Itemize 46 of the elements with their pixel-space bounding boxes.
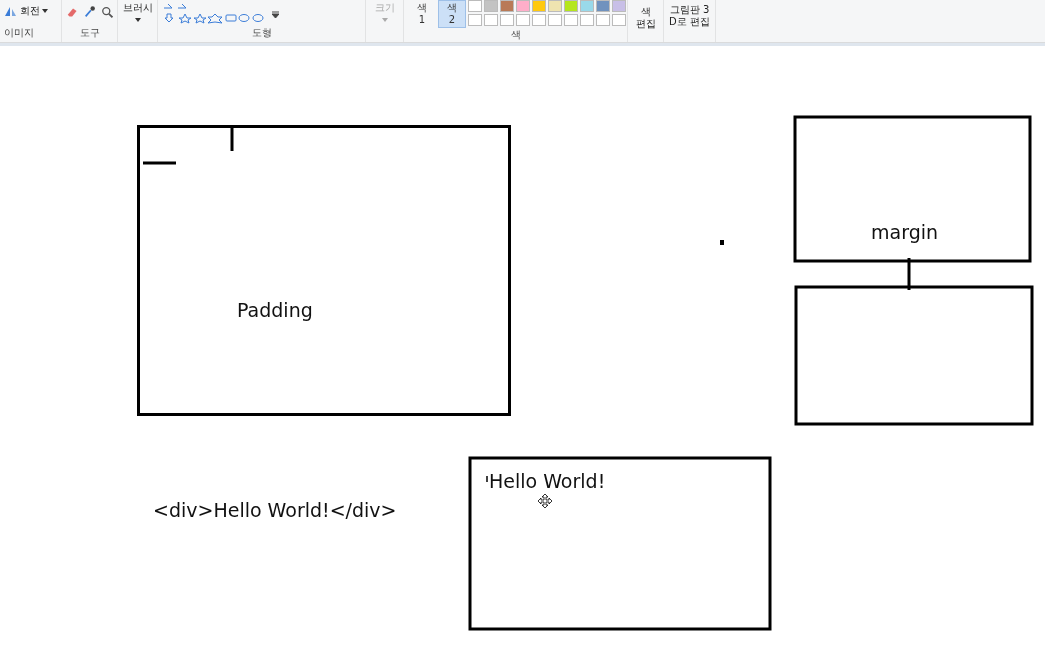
- color-swatch[interactable]: [484, 14, 498, 26]
- caret-icon: [381, 18, 388, 22]
- color-swatch[interactable]: [468, 0, 482, 12]
- canvas-text: margin: [871, 221, 938, 243]
- edit-colors-button[interactable]: 색 편집: [630, 0, 661, 30]
- text-cursor: [486, 475, 488, 483]
- color-picker-icon[interactable]: [83, 5, 96, 19]
- move-cursor-icon: [538, 494, 552, 508]
- color-swatch[interactable]: [484, 0, 498, 12]
- drawn-line: [143, 161, 176, 165]
- color-swatch[interactable]: [548, 0, 562, 12]
- color-slot-button[interactable]: 색 2: [438, 0, 466, 28]
- magnifier-icon[interactable]: [100, 5, 113, 19]
- color-swatch[interactable]: [580, 14, 594, 26]
- group-label: 도구: [78, 26, 101, 40]
- caret-icon: [42, 9, 48, 13]
- group-label: 도형: [250, 26, 273, 40]
- color-swatch[interactable]: [500, 14, 514, 26]
- color-slot-button[interactable]: 색 1: [408, 0, 436, 28]
- color-swatch[interactable]: [596, 14, 610, 26]
- color-swatch[interactable]: [564, 14, 578, 26]
- color-swatch[interactable]: [516, 0, 530, 12]
- caret-icon: [134, 18, 141, 22]
- color-swatch[interactable]: [596, 0, 610, 12]
- canvas-text: Hello World!: [489, 470, 606, 492]
- drawn-line: [907, 258, 911, 290]
- color-swatch[interactable]: [564, 0, 578, 12]
- rotate-button[interactable]: 회전: [4, 4, 48, 18]
- canvas-text: Padding: [237, 299, 313, 321]
- group-label: 색: [509, 28, 522, 42]
- brush-button[interactable]: 브러시: [122, 0, 153, 22]
- color-swatch[interactable]: [468, 14, 482, 26]
- paint-3d-button[interactable]: 그림판 3 D로 편집: [668, 0, 711, 28]
- gallery-more-icon[interactable]: [272, 9, 279, 19]
- color-swatch[interactable]: [612, 0, 626, 12]
- color-swatch[interactable]: [580, 0, 594, 12]
- color-swatch[interactable]: [500, 0, 514, 12]
- color-swatch[interactable]: [612, 14, 626, 26]
- color-swatch[interactable]: [532, 0, 546, 12]
- color-swatch[interactable]: [516, 14, 530, 26]
- drawn-line: [230, 126, 234, 151]
- color-swatch[interactable]: [532, 14, 546, 26]
- canvas-text: <div>Hello World!</div>: [153, 499, 397, 521]
- color-swatch[interactable]: [548, 14, 562, 26]
- group-label: 이미지: [4, 26, 35, 40]
- rotate-icon: [4, 5, 18, 17]
